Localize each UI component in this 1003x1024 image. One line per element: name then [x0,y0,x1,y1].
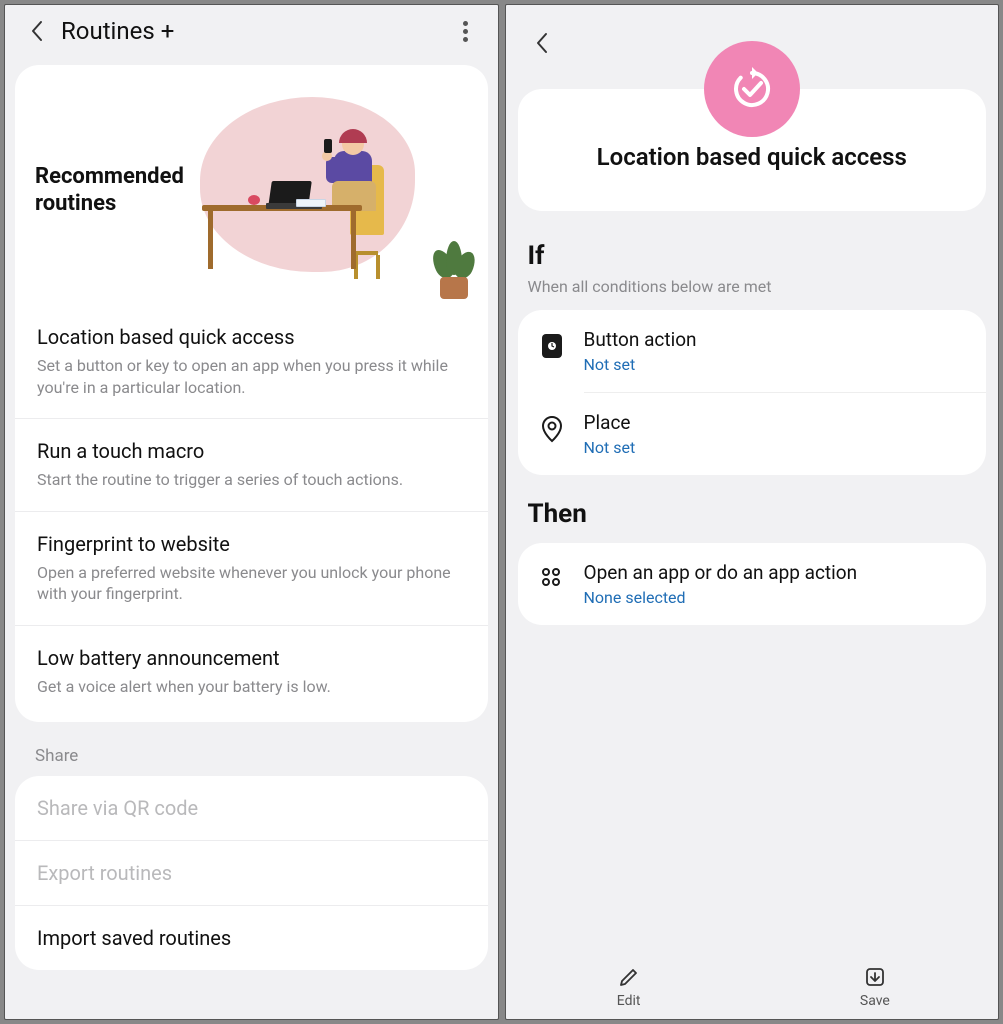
recommended-card: Recommended routines Location based quic… [15,65,488,722]
button-action-icon [538,328,566,360]
then-section-header: Then [506,485,999,535]
condition-button-action[interactable]: Button action Not set [518,310,987,392]
conditions-card: Button action Not set Place Not set [518,310,987,475]
routine-hero: Location based quick access [518,89,987,211]
apps-grid-icon [538,561,566,589]
routine-item-low-battery[interactable]: Low battery announcement Get a voice ale… [15,625,488,718]
kebab-icon [463,21,468,42]
edit-button[interactable]: Edit [506,965,752,1009]
share-qr-item[interactable]: Share via QR code [15,776,488,840]
bottom-toolbar: Edit Save [506,959,999,1019]
routine-detail-screen: Location based quick access If When all … [505,4,1000,1020]
back-button[interactable] [21,15,53,47]
import-routines-item[interactable]: Import saved routines [15,905,488,970]
routine-title: Location based quick access [538,143,967,171]
refresh-check-icon [728,65,776,113]
routine-item-fingerprint-website[interactable]: Fingerprint to website Open a preferred … [15,511,488,625]
recommended-heading: Recommended routines [35,163,190,218]
if-subtitle: When all conditions below are met [528,277,977,296]
back-button[interactable] [526,27,558,59]
header: Routines + [5,5,498,65]
share-section-label: Share [5,732,498,776]
chevron-left-icon [29,19,45,43]
routine-hero-icon [704,41,800,137]
condition-place[interactable]: Place Not set [518,393,987,475]
place-icon [538,411,566,443]
page-title: Routines + [61,17,450,45]
download-icon [863,965,887,989]
more-menu-button[interactable] [450,15,482,47]
actions-card: Open an app or do an app action None sel… [518,543,987,625]
if-section-header: If When all conditions below are met [506,227,999,302]
export-routines-item[interactable]: Export routines [15,840,488,905]
routine-item-touch-macro[interactable]: Run a touch macro Start the routine to t… [15,418,488,511]
routines-list-screen: Routines + Recommended routines Location… [4,4,499,1020]
save-button[interactable]: Save [752,965,998,1009]
if-title: If [528,241,977,271]
then-title: Then [528,499,977,529]
chevron-left-icon [534,31,550,55]
action-open-app[interactable]: Open an app or do an app action None sel… [518,543,987,625]
pencil-icon [617,965,641,989]
illustration-person-at-desk [190,85,468,295]
routine-item-location-quick-access[interactable]: Location based quick access Set a button… [15,305,488,418]
share-list: Share via QR code Export routines Import… [15,776,488,970]
routines-list: Location based quick access Set a button… [15,305,488,722]
